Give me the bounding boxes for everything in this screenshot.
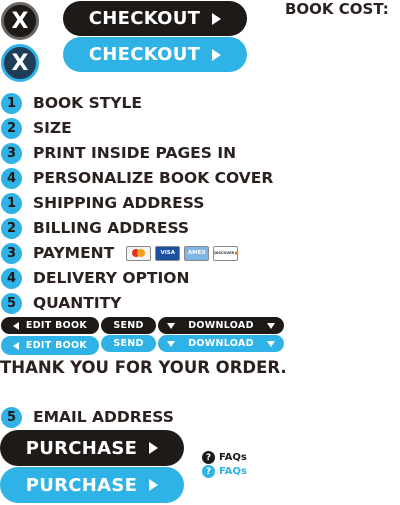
- step-number: 5: [1, 292, 22, 314]
- step-print-inside-pages[interactable]: 3 PRINT INSIDE PAGES IN: [1, 142, 273, 164]
- step-number: 4: [1, 267, 22, 289]
- faq-link-dark[interactable]: ? FAQs: [202, 450, 247, 465]
- faq-link-blue[interactable]: ? FAQs: [202, 464, 247, 479]
- step-delivery-option[interactable]: 4 DELIVERY OPTION: [1, 267, 273, 289]
- discover-icon: DISCOVER: [213, 245, 239, 261]
- step-payment[interactable]: 3 PAYMENT VISA AMEX DISCOVER: [1, 242, 273, 264]
- edit-book-button-dark[interactable]: EDIT BOOK: [1, 317, 99, 334]
- send-button-dark[interactable]: SEND: [101, 317, 156, 334]
- visa-icon: VISA: [155, 245, 181, 261]
- download-dropdown-dark[interactable]: DOWNLOAD: [158, 317, 284, 334]
- edit-book-button-blue[interactable]: EDIT BOOK: [1, 336, 99, 355]
- step-quantity[interactable]: 5 QUANTITY: [1, 292, 273, 314]
- play-arrow-icon: [149, 442, 159, 454]
- purchase-button-dark[interactable]: PURCHASE: [0, 430, 184, 466]
- step-book-style[interactable]: 1 BOOK STYLE: [1, 92, 273, 114]
- step-shipping-address[interactable]: 1 SHIPPING ADDRESS: [1, 192, 273, 214]
- download-dropdown-blue[interactable]: DOWNLOAD: [158, 335, 284, 352]
- step-number: 1: [1, 92, 22, 114]
- play-arrow-icon: [149, 479, 159, 491]
- checkout-button-blue[interactable]: CHECKOUT: [63, 37, 247, 72]
- help-icon: ?: [202, 465, 215, 478]
- back-arrow-icon: [12, 321, 19, 330]
- play-arrow-icon: [212, 12, 222, 25]
- step-number: 1: [1, 192, 22, 214]
- step-number: 5: [1, 406, 22, 428]
- step-personalize-cover[interactable]: 4 PERSONALIZE BOOK COVER: [1, 167, 273, 189]
- play-arrow-icon: [212, 48, 222, 61]
- payment-cards: VISA AMEX DISCOVER: [126, 245, 239, 261]
- step-list: 1 BOOK STYLE 2 SIZE 3 PRINT INSIDE PAGES…: [1, 92, 273, 314]
- close-button-dark[interactable]: X: [1, 2, 39, 40]
- purchase-button-blue[interactable]: PURCHASE: [0, 467, 184, 503]
- thank-you-message: THANK YOU FOR YOUR ORDER.: [0, 358, 287, 377]
- close-icon: X: [11, 8, 29, 34]
- step-number: 3: [1, 242, 22, 264]
- mastercard-icon: [126, 245, 152, 261]
- amex-icon: AMEX: [184, 245, 210, 261]
- chevron-down-icon: [167, 340, 175, 347]
- step-number: 4: [1, 167, 22, 189]
- help-icon: ?: [202, 451, 215, 464]
- checkout-button-dark[interactable]: CHECKOUT: [63, 1, 247, 36]
- chevron-down-icon: [266, 340, 275, 347]
- step-billing-address[interactable]: 2 BILLING ADDRESS: [1, 217, 273, 239]
- step-number: 3: [1, 142, 22, 164]
- step-size[interactable]: 2 SIZE: [1, 117, 273, 139]
- back-arrow-icon: [12, 341, 19, 350]
- step-email-address[interactable]: 5 EMAIL ADDRESS: [1, 406, 174, 428]
- chevron-down-icon: [266, 322, 275, 329]
- chevron-down-icon: [167, 322, 175, 329]
- close-button-blue[interactable]: X: [1, 44, 39, 82]
- close-icon: X: [11, 50, 29, 76]
- book-cost-label: BOOK COST:: [285, 0, 389, 18]
- step-number: 2: [1, 217, 22, 239]
- step-number: 2: [1, 117, 22, 139]
- send-button-blue[interactable]: SEND: [101, 335, 156, 352]
